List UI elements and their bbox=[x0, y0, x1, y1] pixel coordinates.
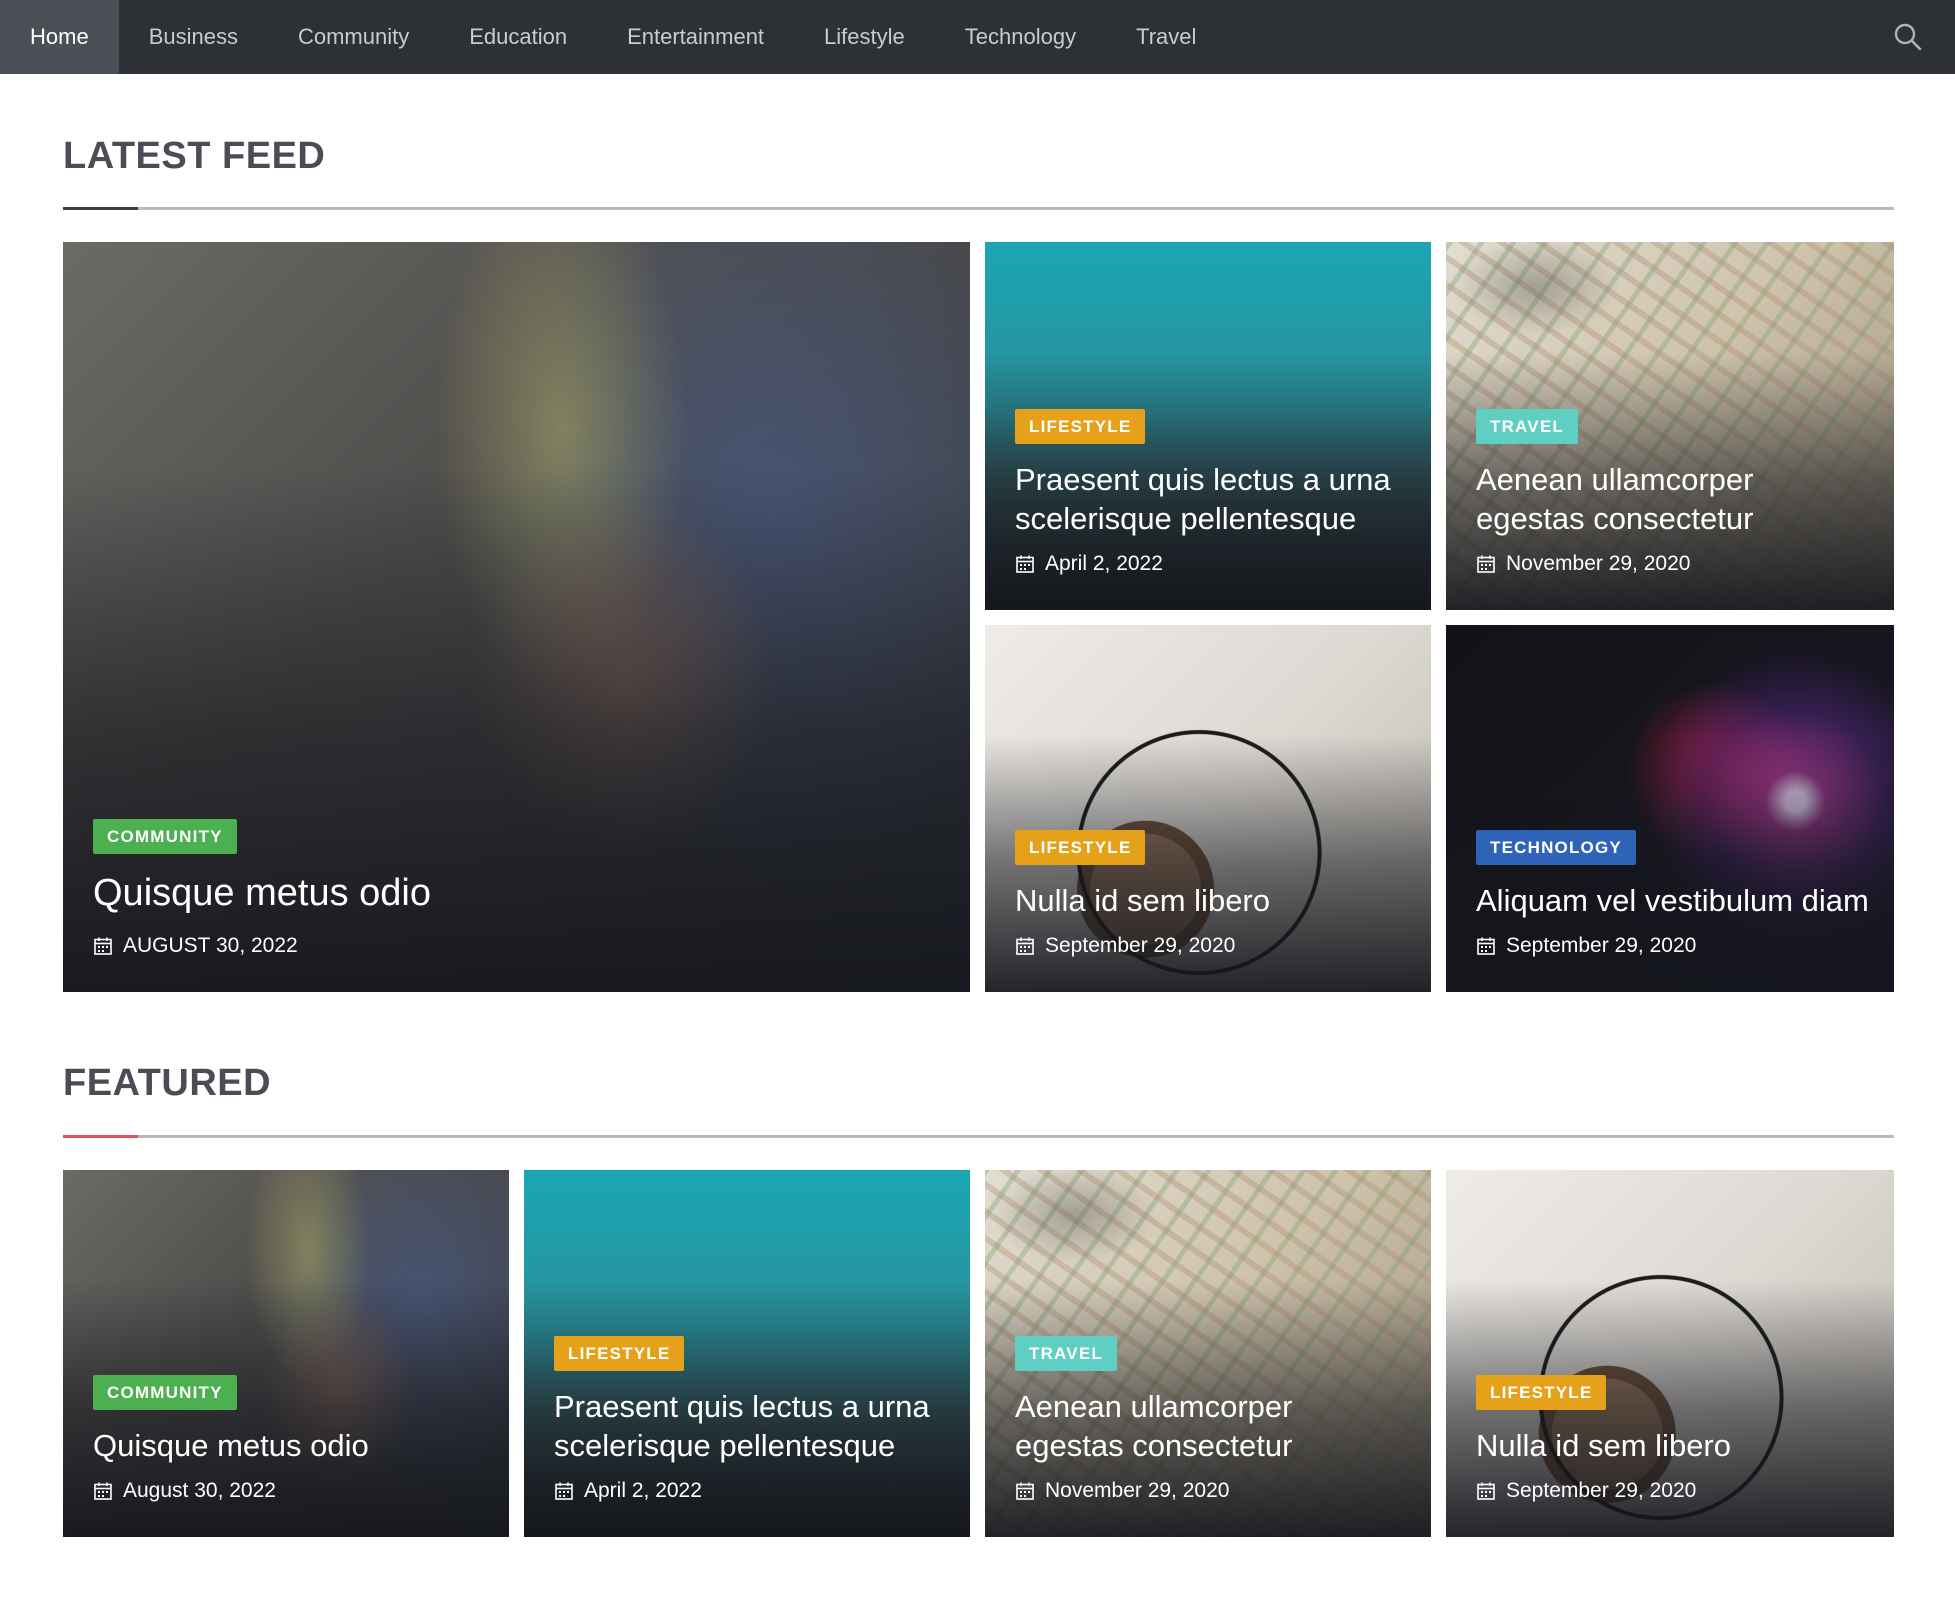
nav-item-lifestyle[interactable]: Lifestyle bbox=[794, 0, 935, 74]
card-content: COMMUNITY Quisque metus odio AUGUST 30, … bbox=[93, 819, 946, 958]
nav-item-home[interactable]: Home bbox=[0, 0, 119, 74]
nav-item-community[interactable]: Community bbox=[268, 0, 439, 74]
post-date-text: AUGUST 30, 2022 bbox=[123, 934, 298, 957]
category-badge-technology[interactable]: TECHNOLOGY bbox=[1476, 830, 1636, 865]
nav-item-education[interactable]: Education bbox=[439, 0, 597, 74]
post-title[interactable]: Nulla id sem libero bbox=[1015, 881, 1407, 920]
post-title[interactable]: Aliquam vel vestibulum diam bbox=[1476, 881, 1870, 920]
calendar-icon bbox=[555, 1482, 573, 1500]
category-badge-travel[interactable]: TRAVEL bbox=[1015, 1336, 1117, 1371]
post-date: April 2, 2022 bbox=[554, 1479, 946, 1503]
category-badge-lifestyle[interactable]: LIFESTYLE bbox=[554, 1336, 685, 1371]
post-title[interactable]: Quisque metus odio bbox=[93, 1426, 485, 1465]
nav-item-business[interactable]: Business bbox=[119, 0, 268, 74]
post-title[interactable]: Aenean ullamcorper egestas consectetur bbox=[1015, 1387, 1407, 1465]
category-badge-community[interactable]: COMMUNITY bbox=[93, 1375, 237, 1410]
post-date-text: August 30, 2022 bbox=[123, 1479, 276, 1502]
post-title[interactable]: Praesent quis lectus a urna scelerisque … bbox=[554, 1387, 946, 1465]
calendar-icon bbox=[1016, 555, 1034, 573]
category-badge-community[interactable]: COMMUNITY bbox=[93, 819, 237, 854]
category-badge-lifestyle[interactable]: LIFESTYLE bbox=[1476, 1375, 1607, 1410]
featured-card-travel[interactable]: TRAVEL Aenean ullamcorper egestas consec… bbox=[985, 1170, 1431, 1537]
nav-item-travel[interactable]: Travel bbox=[1106, 0, 1226, 74]
latest-feed-heading: LATEST FEED bbox=[63, 135, 326, 177]
post-date-text: November 29, 2020 bbox=[1506, 552, 1691, 575]
post-date-text: September 29, 2020 bbox=[1506, 1479, 1697, 1502]
featured-divider bbox=[63, 1135, 1894, 1138]
calendar-icon bbox=[94, 1482, 112, 1500]
latest-card-travel[interactable]: TRAVEL Aenean ullamcorper egestas consec… bbox=[1446, 242, 1894, 610]
calendar-icon bbox=[1016, 937, 1034, 955]
category-badge-travel[interactable]: TRAVEL bbox=[1476, 409, 1578, 444]
card-content: LIFESTYLE Nulla id sem libero September … bbox=[1015, 830, 1407, 958]
post-date-text: November 29, 2020 bbox=[1045, 1479, 1230, 1502]
featured-card-lifestyle-1[interactable]: LIFESTYLE Praesent quis lectus a urna sc… bbox=[524, 1170, 970, 1537]
post-title[interactable]: Quisque metus odio bbox=[93, 870, 946, 916]
card-content: TRAVEL Aenean ullamcorper egestas consec… bbox=[1015, 1336, 1407, 1503]
nav-item-entertainment[interactable]: Entertainment bbox=[597, 0, 794, 74]
card-content: TRAVEL Aenean ullamcorper egestas consec… bbox=[1476, 409, 1870, 576]
card-content: LIFESTYLE Praesent quis lectus a urna sc… bbox=[1015, 409, 1407, 576]
latest-card-community[interactable]: COMMUNITY Quisque metus odio AUGUST 30, … bbox=[63, 242, 970, 992]
category-badge-lifestyle[interactable]: LIFESTYLE bbox=[1015, 830, 1146, 865]
calendar-icon bbox=[1477, 555, 1495, 573]
post-date: November 29, 2020 bbox=[1476, 552, 1870, 576]
latest-feed-divider bbox=[63, 207, 1894, 210]
post-title[interactable]: Praesent quis lectus a urna scelerisque … bbox=[1015, 460, 1407, 538]
latest-card-lifestyle-2[interactable]: LIFESTYLE Nulla id sem libero September … bbox=[985, 625, 1431, 992]
card-content: TECHNOLOGY Aliquam vel vestibulum diam S… bbox=[1476, 830, 1870, 958]
card-content: LIFESTYLE Nulla id sem libero September … bbox=[1476, 1375, 1870, 1503]
featured-divider-accent bbox=[63, 1135, 138, 1138]
calendar-icon bbox=[1016, 1482, 1034, 1500]
post-date-text: September 29, 2020 bbox=[1506, 934, 1697, 957]
latest-card-technology[interactable]: TECHNOLOGY Aliquam vel vestibulum diam S… bbox=[1446, 625, 1894, 992]
post-date: September 29, 2020 bbox=[1015, 934, 1407, 958]
post-title[interactable]: Nulla id sem libero bbox=[1476, 1426, 1870, 1465]
post-title[interactable]: Aenean ullamcorper egestas consectetur bbox=[1476, 460, 1870, 538]
calendar-icon bbox=[94, 937, 112, 955]
calendar-icon bbox=[1477, 1482, 1495, 1500]
latest-feed-divider-accent bbox=[63, 207, 138, 210]
post-date-text: September 29, 2020 bbox=[1045, 934, 1236, 957]
main-navigation: Home Business Community Education Entert… bbox=[0, 0, 1955, 74]
post-date: August 30, 2022 bbox=[93, 1479, 485, 1503]
card-content: LIFESTYLE Praesent quis lectus a urna sc… bbox=[554, 1336, 946, 1503]
post-date: April 2, 2022 bbox=[1015, 552, 1407, 576]
post-date-text: April 2, 2022 bbox=[584, 1479, 702, 1502]
post-date: November 29, 2020 bbox=[1015, 1479, 1407, 1503]
card-content: COMMUNITY Quisque metus odio August 30, … bbox=[93, 1375, 485, 1503]
category-badge-lifestyle[interactable]: LIFESTYLE bbox=[1015, 409, 1146, 444]
featured-heading: FEATURED bbox=[63, 1062, 272, 1104]
calendar-icon bbox=[1477, 937, 1495, 955]
post-date: September 29, 2020 bbox=[1476, 934, 1870, 958]
nav-item-technology[interactable]: Technology bbox=[935, 0, 1106, 74]
latest-card-lifestyle-1[interactable]: LIFESTYLE Praesent quis lectus a urna sc… bbox=[985, 242, 1431, 610]
post-date: September 29, 2020 bbox=[1476, 1479, 1870, 1503]
post-date-text: April 2, 2022 bbox=[1045, 552, 1163, 575]
featured-card-community[interactable]: COMMUNITY Quisque metus odio August 30, … bbox=[63, 1170, 509, 1537]
featured-card-lifestyle-2[interactable]: LIFESTYLE Nulla id sem libero September … bbox=[1446, 1170, 1894, 1537]
search-icon[interactable] bbox=[1891, 20, 1925, 54]
post-date: AUGUST 30, 2022 bbox=[93, 934, 946, 958]
